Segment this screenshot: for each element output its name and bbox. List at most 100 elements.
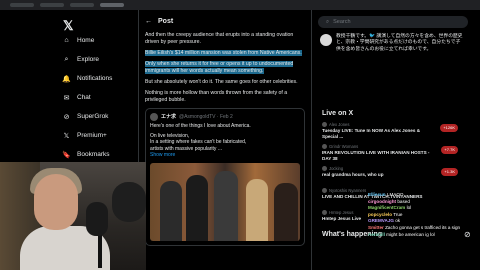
profile-bio: 教授千鶴です。🐦 講演して自然の方々を含め、世界の歴史と、宗教・学問研究がある点… [336, 34, 463, 52]
listener-count-badge: +126K [440, 124, 458, 132]
chat-text: might be american ig lol [386, 231, 435, 237]
post-text: And then the creepy audience that erupts… [145, 32, 294, 45]
chat-message: popcyclelo True [368, 212, 476, 219]
chat-username[interactable]: cirgoodnight [368, 199, 396, 204]
nav-item-label: Chat [77, 94, 91, 101]
quoted-post[interactable]: エナ求 @AsmongoldTV · Feb 2 Here's one of t… [145, 108, 305, 246]
live-section-title: Live on X [322, 110, 354, 117]
quoted-post-lead: Here's one of the things I love about Am… [150, 123, 251, 129]
post-header-title: Post [158, 17, 174, 25]
chat-username[interactable]: Elliesun [368, 192, 386, 197]
chat-message: Elliesun LMAOO [368, 192, 476, 199]
stream-chat-overlay: Elliesun LMAOO cirgoodnight based Magnific… [368, 192, 476, 270]
grok-icon: ⊘ [63, 113, 70, 121]
webcam-overlay [0, 162, 146, 270]
image-figure [214, 170, 238, 241]
home-icon: ⌂ [64, 37, 69, 44]
search-placeholder: Search [333, 19, 351, 25]
live-item-username: Hmtep Jesus [329, 210, 354, 215]
browser-tab[interactable] [10, 3, 34, 7]
avatar [322, 166, 327, 172]
search-icon: ⌕ [326, 18, 330, 25]
chat-username[interactable]: Aerahill [368, 232, 385, 237]
live-item-username: Grindr Womans [329, 144, 359, 149]
chat-text: based [397, 198, 410, 204]
nav-item-home[interactable]: ⌂ Home [62, 36, 94, 45]
chat-username[interactable]: popcyclelo [368, 212, 392, 217]
live-item-username: Nyxtoshis Nyanners [329, 188, 367, 193]
x-icon: 𝕏 [63, 132, 70, 140]
microphone [86, 202, 108, 236]
avatar [322, 210, 327, 216]
avatar[interactable] [150, 113, 158, 121]
quoted-post-handle: @AsmongoldTV · Feb 2 [179, 113, 233, 120]
grok-icon[interactable]: ⊘ [464, 230, 474, 240]
nav-item-label: Premium+ [77, 132, 107, 139]
x-logo-icon[interactable]: 𝕏 [63, 18, 73, 34]
avatar[interactable] [320, 34, 332, 46]
chat-username[interactable]: GREMVAJG [368, 218, 394, 223]
live-item-username: Alex Jones [329, 122, 350, 127]
nav-item-supergrok[interactable]: ⊘ SuperGrok [62, 112, 109, 121]
avatar [322, 144, 327, 150]
browser-tab-active[interactable] [100, 3, 124, 7]
image-figure [274, 182, 298, 241]
nav-item-label: Bookmarks [77, 151, 110, 158]
quoted-post-image[interactable] [150, 162, 300, 241]
listener-count-badge: +7.7K [441, 146, 458, 154]
chat-icon: ✉ [63, 94, 70, 102]
nav-item-explore[interactable]: ⌕ Explore [62, 55, 100, 64]
chat-text: LMAOO [386, 192, 404, 197]
live-item-title: real grandma hours, who up [322, 171, 384, 177]
search-icon: ⌕ [64, 55, 69, 63]
chat-text: lol [406, 205, 412, 211]
nav-item-label: Home [77, 37, 95, 44]
person-head [34, 174, 78, 230]
chat-text: ok [395, 218, 401, 224]
live-item[interactable]: Grindr Womans IRAN REVOLUTION LIVE WITH I… [322, 144, 462, 161]
nav-item-chat[interactable]: ✉ Chat [62, 93, 91, 102]
bell-icon: 🔔 [62, 75, 71, 83]
highlighted-text: Only when she returns it for free or ope… [145, 61, 294, 74]
headphones [112, 182, 146, 222]
image-figure [186, 174, 208, 241]
nav-item-label: Explore [77, 56, 100, 63]
post-text: Nothing is more hollow than words thrown… [145, 90, 288, 103]
chat-message: Smitter Zacho gonna get s trafficed its … [368, 225, 476, 232]
post-paragraph: And then the creepy audience that erupts… [139, 32, 311, 46]
live-item-title: Tuesday LIVE: Tune In NOW As Alex Jones … [322, 127, 421, 139]
post-paragraph: But she absolutely won't do it. The same… [139, 79, 311, 86]
search-input[interactable]: ⌕ Search [318, 16, 468, 28]
back-arrow-icon[interactable]: ← [145, 18, 152, 25]
chat-username[interactable]: MagnificentCram [368, 205, 405, 210]
live-item-username: Jocking [329, 166, 344, 171]
nav-item-premium[interactable]: 𝕏 Premium+ [62, 131, 107, 140]
nav-item-notifications[interactable]: 🔔 Notifications [62, 74, 112, 83]
nav-item-label: Notifications [77, 75, 113, 82]
nav-item-label: SuperGrok [77, 113, 109, 120]
nav-item-bookmarks[interactable]: 🔖 Bookmarks [62, 150, 110, 159]
chat-text: True [393, 211, 403, 217]
chat-username[interactable]: Smitter [368, 225, 384, 230]
image-figure [160, 180, 182, 241]
post-column: ← Post And then the creepy audience that… [138, 10, 312, 270]
post-text: But she absolutely won't do it. The same… [145, 79, 298, 85]
quoted-post-name[interactable]: エナ求 [161, 114, 176, 121]
highlighted-text: Billie Eilish's $14 million mansion was … [145, 50, 302, 56]
live-item-title: IRAN REVOLUTION LIVE WITH IRANIAN HOSTS … [322, 149, 430, 161]
chat-message: Aerahill might be american ig lol [368, 232, 476, 239]
avatar [322, 122, 327, 128]
avatar [322, 188, 327, 194]
browser-tab[interactable] [40, 3, 64, 7]
profile-card: 教授千鶴です。🐦 講演して自然の方々を含め、世界の歴史と、宗教・学問研究がある点… [318, 32, 468, 104]
quoted-post-header: エナ求 @AsmongoldTV · Feb 2 [150, 113, 300, 121]
chat-message: cirgoodnight based [368, 199, 476, 206]
show-more-link[interactable]: Show more [150, 152, 300, 159]
browser-tab[interactable] [70, 3, 94, 7]
chat-message: MagnificentCram lol [368, 205, 476, 212]
live-item[interactable]: Jocking real grandma hours, who up +1.3K [322, 166, 462, 178]
post-header: ← Post [139, 10, 311, 32]
listener-count-badge: +1.3K [441, 168, 458, 176]
browser-tab-bar [0, 0, 480, 10]
live-item[interactable]: Alex Jones Tuesday LIVE: Tune In NOW As A… [322, 122, 462, 139]
